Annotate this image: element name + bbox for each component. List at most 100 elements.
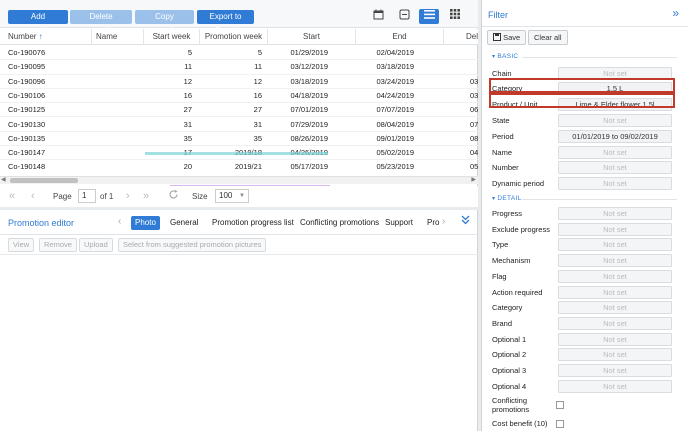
table-row[interactable]: Co-190125 27 27 07/01/2019 07/07/2019 06 <box>0 103 478 118</box>
column-header-del[interactable]: Del <box>444 29 478 45</box>
filter-value-field[interactable]: Not set <box>558 379 672 393</box>
filter-value-field[interactable]: Not set <box>558 238 672 252</box>
column-header-start-week[interactable]: Start week <box>144 29 200 45</box>
conflicting-promotions-label: Conflicting promotions <box>492 396 530 414</box>
column-header-number[interactable]: Number ↑ <box>0 29 92 45</box>
cell-start-week: 35 <box>183 133 192 143</box>
export-excel-button[interactable]: Export to Excel <box>197 10 254 35</box>
grid-view-icon[interactable] <box>445 9 465 24</box>
cost-benefit-checkbox[interactable] <box>556 420 564 428</box>
last-page-icon[interactable]: » <box>143 190 149 202</box>
cell-start-week: 31 <box>183 119 192 129</box>
detail-section-label: ▾ DETAIL <box>492 195 522 202</box>
cell-del: 04 <box>470 148 478 158</box>
filter-value-field[interactable]: Not set <box>558 177 672 190</box>
add-promotion-button[interactable]: Add promotion <box>8 10 68 35</box>
table-row[interactable]: Co-190106 16 16 04/18/2019 04/24/2019 03 <box>0 89 478 104</box>
table-row[interactable]: Co-190095 11 11 03/12/2019 03/18/2019 <box>0 60 478 75</box>
table-row[interactable]: Co-190130 31 31 07/29/2019 08/04/2019 07 <box>0 118 478 132</box>
editor-title: Promotion editor <box>8 218 75 228</box>
minus-box-icon[interactable] <box>394 9 414 24</box>
filter-value-field[interactable]: Not set <box>558 364 672 377</box>
scrollbar-thumb[interactable] <box>10 178 78 183</box>
cell-name <box>92 103 144 117</box>
cell-number: Co-190148 <box>8 162 46 172</box>
tab-conflicting-promotions[interactable]: Conflicting promotions <box>296 216 383 230</box>
table-row[interactable]: Co-190148 20 2019/21 05/17/2019 05/23/2019 05 <box>0 160 478 172</box>
tab-scroll-left-icon[interactable]: ‹ <box>118 216 121 227</box>
filter-label: Action required <box>492 287 543 297</box>
cell-end: 04/24/2019 <box>376 90 414 100</box>
column-header-start[interactable]: Start <box>268 29 356 45</box>
filter-value-field[interactable]: Not set <box>558 285 672 299</box>
filter-title: Filter <box>488 10 508 20</box>
render-artifact <box>145 152 328 155</box>
filter-value-field[interactable]: Not set <box>558 222 672 236</box>
filter-value-field[interactable]: Not set <box>558 114 672 127</box>
pager: « ‹ Page 1 of 1 › » Size 100 ▼ <box>0 186 478 207</box>
filter-value-field[interactable]: Not set <box>558 161 672 174</box>
filter-value-field[interactable]: Not set <box>558 146 672 159</box>
tab-promotion-progress-list[interactable]: Promotion progress list <box>208 216 298 230</box>
tab-general[interactable]: General <box>166 216 202 230</box>
filter-label: Category <box>492 303 523 313</box>
filter-value-field[interactable]: Not set <box>558 301 672 315</box>
upload-photo-button[interactable]: Upload <box>79 238 113 252</box>
refresh-icon[interactable] <box>168 189 179 203</box>
select-suggested-pictures-button[interactable]: Select from suggested promotion pictures <box>118 238 267 252</box>
conflicting-promotions-checkbox[interactable] <box>556 401 564 409</box>
copy-promotion-button[interactable]: Copy promotion <box>135 10 194 35</box>
view-photo-button[interactable]: View <box>8 238 35 252</box>
filter-value-field[interactable]: Not set <box>558 254 672 268</box>
scroll-left-icon[interactable]: ◀ <box>1 176 6 183</box>
scroll-right-icon[interactable]: ▶ <box>471 176 476 183</box>
column-header-name[interactable]: Name <box>92 29 144 45</box>
delete-promotion-button[interactable]: Delete promotion <box>70 10 132 35</box>
clear-all-button[interactable]: Clear all <box>528 30 568 45</box>
collapse-right-icon[interactable]: » <box>672 6 679 20</box>
filter-value-field[interactable]: Not set <box>558 348 672 362</box>
save-filter-button[interactable]: Save <box>487 30 527 45</box>
chevron-down-icon: ▾ <box>492 196 496 202</box>
filter-label: Progress <box>492 209 523 218</box>
cell-name <box>92 89 144 103</box>
filter-label: Chain <box>492 69 512 78</box>
cell-start: 07/29/2019 <box>290 119 328 129</box>
tab-photo[interactable]: Photo <box>131 216 160 230</box>
tab-scroll-right-icon[interactable]: › <box>442 216 445 227</box>
table-row[interactable]: Co-190096 12 12 03/18/2019 03/24/2019 03 <box>0 75 478 89</box>
cell-start-week: 11 <box>184 62 192 72</box>
table-row[interactable]: Co-190076 5 5 01/29/2019 02/04/2019 <box>0 46 478 61</box>
column-header-promotion-week[interactable]: Promotion week <box>200 29 268 45</box>
first-page-icon[interactable]: « <box>9 190 15 202</box>
filter-value-field[interactable]: Not set <box>558 332 672 346</box>
filter-value-field[interactable]: 01/01/2019 to 09/02/2019 <box>558 130 672 143</box>
cell-number: Co-190130 <box>8 119 46 129</box>
expand-down-icon[interactable] <box>461 215 470 228</box>
cell-end: 07/07/2019 <box>376 105 414 115</box>
tab-support[interactable]: Support <box>381 216 417 230</box>
tab-pro-truncated[interactable]: Pro <box>423 216 443 230</box>
cell-promotion-week: 5 <box>257 48 262 57</box>
filter-value-field[interactable]: Not set <box>558 269 672 283</box>
cell-start-week: 12 <box>183 76 192 86</box>
previous-page-icon[interactable]: ‹ <box>31 190 35 202</box>
page-size-select[interactable]: 100 ▼ <box>215 189 249 203</box>
remove-photo-button[interactable]: Remove <box>39 238 77 252</box>
grid-toolbar: Add promotion Delete promotion Copy prom… <box>0 0 478 35</box>
horizontal-scrollbar[interactable]: ◀ ▶ <box>0 176 478 184</box>
filter-header: Filter » <box>482 0 688 27</box>
page-number-input[interactable]: 1 <box>78 189 96 203</box>
next-page-icon[interactable]: › <box>126 190 130 202</box>
cell-start: 03/18/2019 <box>290 76 328 86</box>
table-row[interactable]: Co-190135 35 35 08/26/2019 09/01/2019 08 <box>0 132 478 147</box>
cell-promotion-week: 35 <box>253 133 262 143</box>
list-view-icon[interactable] <box>419 9 439 24</box>
cell-promotion-week: 12 <box>253 76 262 86</box>
filter-value-field[interactable]: Not set <box>558 316 672 330</box>
cell-start: 05/17/2019 <box>290 162 328 172</box>
column-header-end[interactable]: End <box>356 29 444 45</box>
filter-value-field[interactable]: Not set <box>558 207 672 220</box>
calendar-icon[interactable] <box>368 9 388 24</box>
cell-del: 08 <box>470 133 478 143</box>
